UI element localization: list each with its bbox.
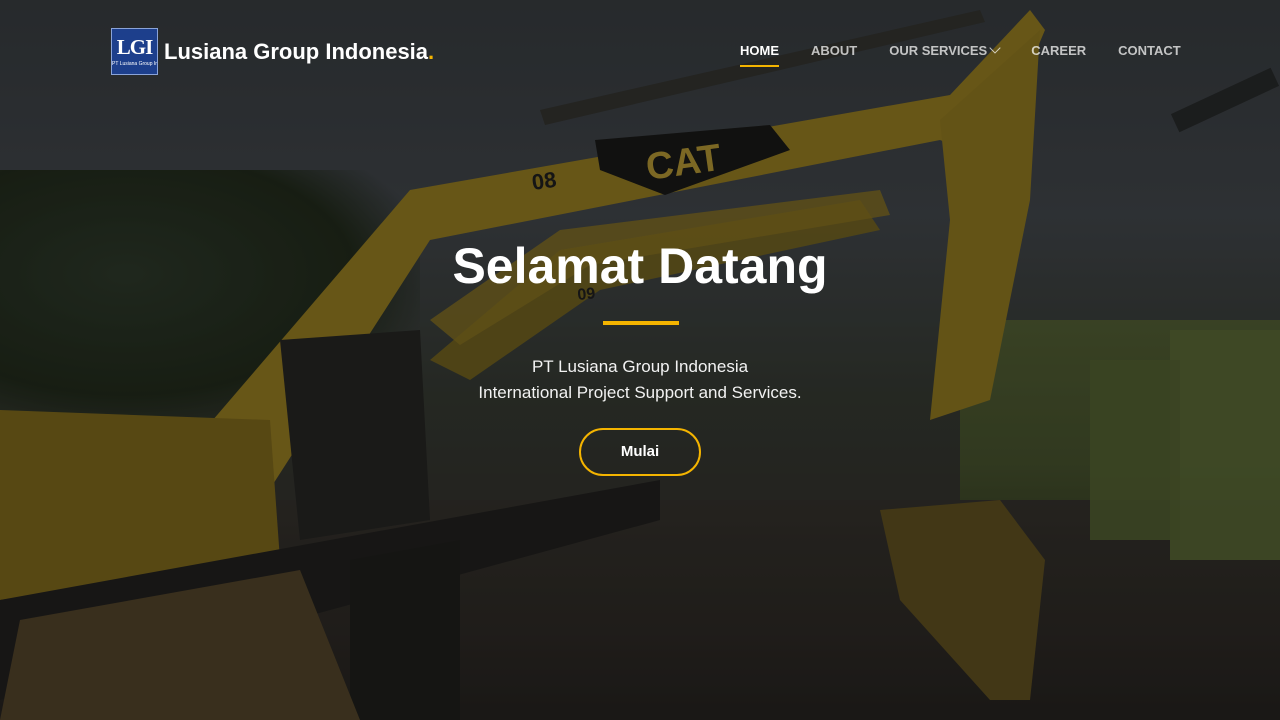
chevron-down-icon [989,42,1001,54]
nav-item-label: CONTACT [1118,43,1181,58]
brand-dot: . [428,39,435,64]
nav-item-career[interactable]: CAREER [1031,42,1086,60]
logo-mark-text: LGI [116,35,154,59]
brand-name-text: Lusiana Group Indonesia [164,39,429,64]
company-logo[interactable]: LGI PT Lusiana Group Indonesia [111,28,158,75]
nav-item-label: OUR SERVICES [889,43,988,58]
title-underline [603,321,679,325]
nav-item-label: HOME [740,43,779,58]
nav-item-label: ABOUT [811,43,858,58]
brand-name-link[interactable]: Lusiana Group Indonesia. [164,38,434,66]
nav-item-home[interactable]: HOME [740,42,779,67]
hero-section: CAT 08 09 LGI PT Lusiana Group Indonesia… [0,0,1280,720]
nav-item-label: CAREER [1031,43,1087,58]
main-navigation: HOME ABOUT OUR SERVICES CAREER CONTACT [740,42,1181,67]
hero-subtitle: PT Lusiana Group Indonesia International… [0,354,1280,406]
logo-subtext: PT Lusiana Group Indonesia [112,61,157,67]
nav-item-contact[interactable]: CONTACT [1118,42,1181,60]
nav-item-our-services[interactable]: OUR SERVICES [889,42,1001,60]
hero-title: Selamat Datang [452,238,828,294]
get-started-button[interactable]: Mulai [579,428,701,476]
nav-item-about[interactable]: ABOUT [811,42,857,60]
hero-subtitle-line-1: PT Lusiana Group Indonesia [531,357,749,376]
site-header: LGI PT Lusiana Group Indonesia Lusiana G… [0,0,1280,104]
hero-subtitle-line-2: International Project Support and Servic… [478,383,802,402]
